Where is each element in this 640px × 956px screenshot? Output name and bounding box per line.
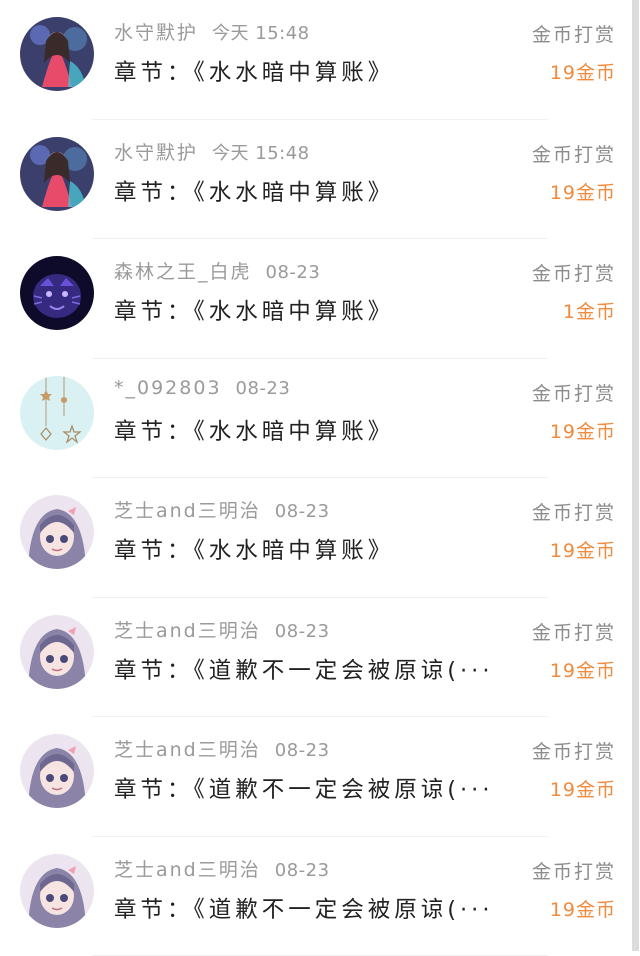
reward-meta: *_092803 08-23 bbox=[114, 377, 290, 399]
avatar[interactable] bbox=[20, 17, 94, 91]
chapter-title[interactable]: 章节：《水水暗中算账》 bbox=[114, 533, 514, 565]
timestamp: 08-23 bbox=[275, 501, 330, 522]
reward-amount: 19金币 bbox=[550, 417, 616, 444]
user-name[interactable]: *_092803 bbox=[114, 377, 222, 399]
reward-meta: 芝士and三明治 08-23 bbox=[114, 735, 330, 762]
user-name[interactable]: 芝士and三明治 bbox=[114, 739, 261, 761]
list-item[interactable]: 水守默护今天 15:48 章节：《水水暗中算账》 金币打赏 19金币 bbox=[0, 120, 640, 240]
timestamp: 08-23 bbox=[266, 262, 321, 283]
user-name[interactable]: 森林之王_白虎 bbox=[114, 261, 252, 283]
user-name[interactable]: 芝士and三明治 bbox=[114, 500, 261, 522]
reward-amount: 19金币 bbox=[550, 536, 616, 563]
chapter-title[interactable]: 章节：《道歉不一定会被原谅(··· bbox=[114, 653, 514, 685]
reward-meta: 水守默护今天 15:48 bbox=[114, 138, 310, 165]
user-name[interactable]: 芝士and三明治 bbox=[114, 620, 261, 642]
list-item[interactable]: *_092803 08-23 章节：《水水暗中算账》 金币打赏 19金币 bbox=[0, 359, 640, 479]
reward-list: 水守默护今天 15:48 章节：《水水暗中算账》 金币打赏 19金币 水守默护今… bbox=[0, 0, 640, 956]
reward-amount: 1金币 bbox=[563, 297, 616, 324]
avatar[interactable] bbox=[20, 376, 94, 450]
reward-amount: 19金币 bbox=[550, 775, 616, 802]
list-item[interactable]: 芝士and三明治 08-23 章节：《水水暗中算账》 金币打赏 19金币 bbox=[0, 478, 640, 598]
reward-meta: 芝士and三明治 08-23 bbox=[114, 496, 330, 523]
list-item[interactable]: 水守默护今天 15:48 章节：《水水暗中算账》 金币打赏 19金币 bbox=[0, 0, 640, 120]
reward-amount: 19金币 bbox=[550, 656, 616, 683]
avatar[interactable] bbox=[20, 256, 94, 330]
list-item[interactable]: 芝士and三明治 08-23 章节：《道歉不一定会被原谅(··· 金币打赏 19金… bbox=[0, 598, 640, 718]
reward-amount: 19金币 bbox=[550, 178, 616, 205]
scrollbar-thumb[interactable] bbox=[632, 0, 639, 951]
chapter-title[interactable]: 章节：《水水暗中算账》 bbox=[114, 55, 514, 87]
chapter-title[interactable]: 章节：《道歉不一定会被原谅(··· bbox=[114, 892, 514, 924]
reward-type: 金币打赏 bbox=[532, 498, 616, 525]
reward-type: 金币打赏 bbox=[532, 618, 616, 645]
user-name[interactable]: 水守默护 bbox=[114, 142, 198, 164]
avatar[interactable] bbox=[20, 137, 94, 211]
avatar[interactable] bbox=[20, 734, 94, 808]
reward-type: 金币打赏 bbox=[532, 140, 616, 167]
timestamp: 08-23 bbox=[275, 740, 330, 761]
reward-meta: 森林之王_白虎 08-23 bbox=[114, 257, 320, 284]
timestamp: 今天 15:48 bbox=[212, 143, 310, 164]
chapter-title[interactable]: 章节：《水水暗中算账》 bbox=[114, 294, 514, 326]
timestamp: 今天 15:48 bbox=[212, 23, 310, 44]
timestamp: 08-23 bbox=[275, 860, 330, 881]
list-item[interactable]: 芝士and三明治 08-23 章节：《道歉不一定会被原谅(··· 金币打赏 19金… bbox=[0, 837, 640, 956]
list-item[interactable]: 芝士and三明治 08-23 章节：《道歉不一定会被原谅(··· 金币打赏 19金… bbox=[0, 717, 640, 837]
timestamp: 08-23 bbox=[236, 378, 291, 399]
reward-type: 金币打赏 bbox=[532, 857, 616, 884]
list-item[interactable]: 森林之王_白虎 08-23 章节：《水水暗中算账》 金币打赏 1金币 bbox=[0, 239, 640, 359]
scrollbar[interactable] bbox=[632, 0, 639, 951]
reward-meta: 芝士and三明治 08-23 bbox=[114, 616, 330, 643]
reward-amount: 19金币 bbox=[550, 58, 616, 85]
reward-meta: 芝士and三明治 08-23 bbox=[114, 855, 330, 882]
avatar[interactable] bbox=[20, 854, 94, 928]
reward-amount: 19金币 bbox=[550, 895, 616, 922]
chapter-title[interactable]: 章节：《水水暗中算账》 bbox=[114, 175, 514, 207]
avatar[interactable] bbox=[20, 615, 94, 689]
timestamp: 08-23 bbox=[275, 621, 330, 642]
avatar[interactable] bbox=[20, 495, 94, 569]
user-name[interactable]: 水守默护 bbox=[114, 22, 198, 44]
chapter-title[interactable]: 章节：《道歉不一定会被原谅(··· bbox=[114, 772, 514, 804]
chapter-title[interactable]: 章节：《水水暗中算账》 bbox=[114, 414, 514, 446]
user-name[interactable]: 芝士and三明治 bbox=[114, 859, 261, 881]
reward-meta: 水守默护今天 15:48 bbox=[114, 18, 310, 45]
reward-type: 金币打赏 bbox=[532, 259, 616, 286]
reward-type: 金币打赏 bbox=[532, 20, 616, 47]
reward-type: 金币打赏 bbox=[532, 737, 616, 764]
reward-type: 金币打赏 bbox=[532, 379, 616, 406]
